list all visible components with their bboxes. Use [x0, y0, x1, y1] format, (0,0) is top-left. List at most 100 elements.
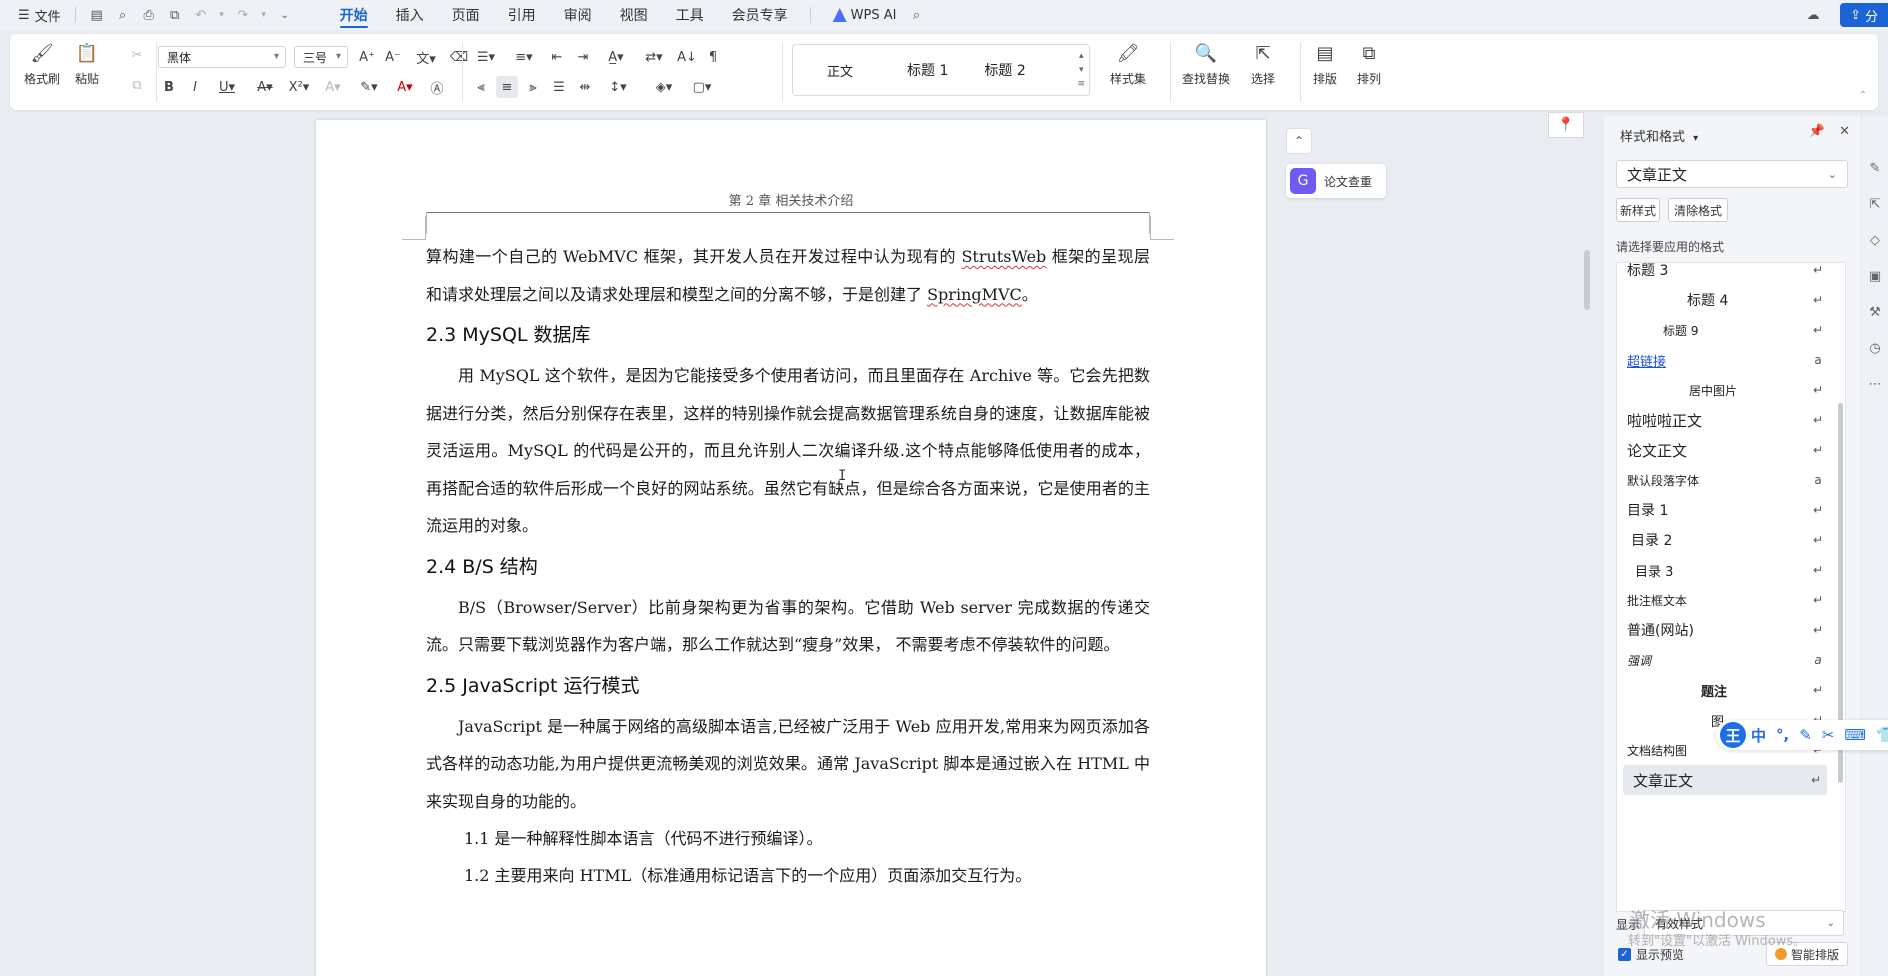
- find-replace-button[interactable]: 🔍 查找替换: [1182, 40, 1230, 87]
- tab-tools[interactable]: 工具: [662, 0, 718, 30]
- select-pane-icon[interactable]: ⇱: [1862, 186, 1888, 222]
- file-menu[interactable]: ☰ 文件: [12, 3, 67, 27]
- save-icon[interactable]: ▤: [87, 5, 107, 25]
- style-list[interactable]: 标题 3 ↵ 标题 4 ↵ 标题 9 ↵ 超链接 a 居中图片 ↵ 啦啦啦正文 …: [1616, 262, 1846, 912]
- style-item-lalala-body[interactable]: 啦啦啦正文 ↵: [1617, 405, 1829, 435]
- ime-chinese-mode[interactable]: 中: [1746, 725, 1771, 746]
- strikethrough-icon[interactable]: A▾: [250, 76, 280, 98]
- style-item-toc-1[interactable]: 目录 1 ↵: [1617, 495, 1829, 525]
- underline-icon[interactable]: U▾: [212, 76, 242, 98]
- undo-dropdown-icon[interactable]: ▾: [217, 5, 227, 25]
- spellcheck-word[interactable]: SpringMVC: [927, 285, 1022, 304]
- arrange-button[interactable]: ⧉ 排列: [1356, 40, 1382, 87]
- close-icon[interactable]: ✕: [1839, 124, 1850, 139]
- style-item-thesis-body[interactable]: 论文正文 ↵: [1617, 435, 1829, 465]
- paste-button[interactable]: 📋 粘贴: [74, 40, 100, 87]
- layout-button[interactable]: ▤ 排版: [1312, 40, 1338, 87]
- new-style-button[interactable]: 新样式: [1616, 198, 1660, 222]
- select-button[interactable]: ⇱ 选择: [1250, 40, 1276, 87]
- style-item-emphasis[interactable]: 强调 a: [1617, 645, 1829, 675]
- style-item-heading-9[interactable]: 标题 9 ↵: [1617, 315, 1829, 345]
- print-icon[interactable]: ⎙: [139, 5, 159, 25]
- time-icon[interactable]: ◷: [1862, 330, 1888, 366]
- shape-icon[interactable]: ◇: [1862, 222, 1888, 258]
- italic-icon[interactable]: I: [184, 76, 206, 98]
- distributed-icon[interactable]: ⇹: [574, 76, 596, 98]
- ime-logo-icon[interactable]: 王: [1720, 722, 1746, 748]
- text-effect-icon[interactable]: A▾: [318, 76, 348, 98]
- more-icon[interactable]: ⋯: [1862, 366, 1888, 402]
- wps-ai-button[interactable]: WPS AI: [832, 8, 896, 23]
- font-name-select[interactable]: 黑体 ▾: [158, 46, 286, 68]
- style-item-normal-web[interactable]: 普通(网站) ↵: [1617, 615, 1829, 645]
- ime-punctuation-icon[interactable]: °,: [1771, 726, 1794, 744]
- collapse-ribbon-icon[interactable]: ⌃: [1852, 84, 1874, 106]
- decrease-indent-icon[interactable]: ⇤: [546, 46, 568, 68]
- style-item-comment-text[interactable]: 批注框文本 ↵: [1617, 585, 1829, 615]
- clear-format-icon[interactable]: ⌫: [448, 46, 470, 68]
- document-body[interactable]: 算构建一个自己的 WebMVC 框架，其开发人员在开发过程中认为现有的 Stru…: [426, 238, 1150, 894]
- pin-icon[interactable]: 📌: [1809, 124, 1825, 139]
- paper-check-button[interactable]: G 论文查重: [1286, 164, 1386, 198]
- styles-panel-icon[interactable]: ✎: [1862, 150, 1888, 186]
- collapse-panel-icon[interactable]: ⌃: [1286, 128, 1312, 154]
- tab-review[interactable]: 审阅: [550, 0, 606, 30]
- style-heading-1[interactable]: 标题 1: [889, 60, 966, 80]
- tab-references[interactable]: 引用: [494, 0, 550, 30]
- chinese-layout-icon[interactable]: A̲▾: [600, 46, 632, 68]
- panel-title[interactable]: 样式和格式 ▾: [1620, 126, 1698, 145]
- show-marks-icon[interactable]: ¶: [702, 46, 724, 68]
- border-icon[interactable]: ▢▾: [686, 76, 718, 98]
- document-scrollbar[interactable]: [1584, 250, 1590, 310]
- print-preview-icon[interactable]: ⧉: [165, 5, 185, 25]
- style-item-toc-2[interactable]: 目录 2 ↵: [1617, 525, 1829, 555]
- numbered-list-icon[interactable]: ≡▾: [508, 46, 540, 68]
- bold-icon[interactable]: B: [158, 76, 180, 98]
- tab-page[interactable]: 页面: [438, 0, 494, 30]
- style-heading-2[interactable]: 标题 2: [966, 60, 1043, 80]
- superscript-icon[interactable]: X²▾: [284, 76, 314, 98]
- tab-home[interactable]: 开始: [326, 0, 382, 30]
- tab-member[interactable]: 会员专享: [718, 0, 802, 30]
- gallery-scroll[interactable]: ▴ ▾ ≡: [1077, 49, 1085, 91]
- style-item-centered-image[interactable]: 居中图片 ↵: [1617, 375, 1829, 405]
- align-right-icon[interactable]: ⫸: [522, 76, 544, 98]
- font-color-icon[interactable]: A▾: [390, 76, 420, 98]
- style-item-heading-3[interactable]: 标题 3 ↵: [1617, 263, 1829, 285]
- link-icon[interactable]: ⌕: [113, 5, 133, 25]
- copy-icon[interactable]: ⧉: [126, 74, 148, 96]
- style-item-hyperlink[interactable]: 超链接 a: [1617, 345, 1829, 375]
- increase-indent-icon[interactable]: ⇥: [572, 46, 594, 68]
- clear-format-button[interactable]: 清除格式: [1668, 198, 1728, 222]
- highlight-icon[interactable]: ✎▾: [354, 76, 384, 98]
- spellcheck-word[interactable]: StrutsWeb: [961, 247, 1046, 266]
- redo-dropdown-icon[interactable]: ▾: [259, 5, 269, 25]
- search-icon[interactable]: ⌕: [906, 5, 926, 25]
- customize-quickbar-icon[interactable]: ⌄: [275, 5, 295, 25]
- style-normal[interactable]: 正文: [793, 61, 889, 80]
- undo-icon[interactable]: ↶: [191, 5, 211, 25]
- justify-icon[interactable]: ☰: [548, 76, 570, 98]
- style-item-heading-4[interactable]: 标题 4 ↵: [1617, 285, 1829, 315]
- document-page[interactable]: 第 2 章 相关技术介绍 算构建一个自己的 WebMVC 框架，其开发人员在开发…: [316, 120, 1266, 976]
- tools-icon[interactable]: ⚒: [1862, 294, 1888, 330]
- grow-font-icon[interactable]: A⁺: [356, 46, 378, 68]
- tab-insert[interactable]: 插入: [382, 0, 438, 30]
- style-item-toc-3[interactable]: 目录 3 ↵: [1617, 555, 1829, 585]
- shading-icon[interactable]: ◈▾: [648, 76, 680, 98]
- align-left-icon[interactable]: ⫷: [470, 76, 492, 98]
- style-set-button[interactable]: 🖍 样式集: [1110, 40, 1146, 87]
- bullet-list-icon[interactable]: ☰▾: [470, 46, 502, 68]
- phonetic-guide-icon[interactable]: 文▾: [410, 46, 442, 68]
- line-spacing-icon[interactable]: ↕▾: [602, 76, 634, 98]
- text-direction-icon[interactable]: ⇄▾: [638, 46, 670, 68]
- ime-handwrite-icon[interactable]: ✎: [1794, 726, 1817, 744]
- cut-icon[interactable]: ✂: [126, 44, 148, 66]
- ime-skin-icon[interactable]: 👕: [1871, 726, 1888, 744]
- style-item-caption[interactable]: 题注 ↵: [1617, 675, 1829, 705]
- shrink-font-icon[interactable]: A⁻: [382, 46, 404, 68]
- image-icon[interactable]: ▣: [1862, 258, 1888, 294]
- char-shading-icon[interactable]: Ⓐ: [426, 76, 448, 98]
- align-center-icon[interactable]: ≡: [496, 76, 518, 98]
- ime-keyboard-icon[interactable]: ⌨: [1839, 726, 1871, 744]
